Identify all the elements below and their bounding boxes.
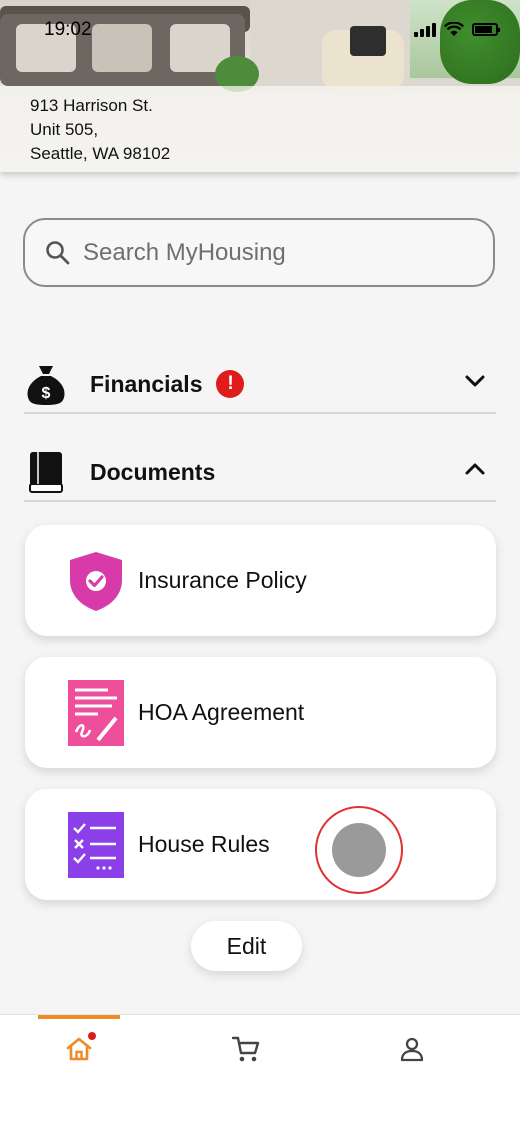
tab-profile[interactable] [392, 1031, 432, 1067]
person-icon [400, 1037, 424, 1062]
status-bar: 19:02 [0, 0, 520, 58]
chevron-down-icon[interactable] [464, 374, 486, 388]
screen: 913 Harrison St. Unit 505, Seattle, WA 9… [0, 0, 520, 1126]
search-icon [46, 240, 70, 264]
notification-dot [88, 1032, 96, 1040]
checklist-icon [68, 811, 124, 878]
section-financials[interactable]: $ Financials ! [24, 356, 496, 414]
money-bag-icon: $ [24, 362, 68, 406]
search-bar[interactable] [23, 218, 495, 287]
document-card-hoa-agreement[interactable]: HOA Agreement [25, 657, 496, 768]
document-card-house-rules[interactable]: House Rules [25, 789, 496, 900]
tab-cart[interactable] [226, 1031, 266, 1067]
shield-check-icon [68, 548, 124, 614]
document-label: Insurance Policy [138, 567, 307, 593]
tab-home[interactable] [59, 1031, 99, 1067]
section-documents[interactable]: Documents [24, 444, 496, 502]
section-title-financials: Financials [90, 370, 203, 397]
svg-text:$: $ [42, 385, 51, 402]
address-line-2: Unit 505, [30, 120, 99, 139]
status-time: 19:02 [44, 19, 92, 40]
document-card-insurance-policy[interactable]: Insurance Policy [25, 525, 496, 636]
address-line-3: Seattle, WA 98102 [30, 144, 171, 163]
cart-icon [231, 1036, 260, 1062]
touch-indicator [315, 806, 403, 894]
wifi-icon [444, 22, 464, 36]
alert-badge: ! [216, 370, 245, 398]
signal-icon [414, 22, 436, 37]
signed-document-icon [68, 679, 124, 746]
edit-button[interactable]: Edit [191, 921, 302, 971]
chevron-up-icon[interactable] [464, 462, 486, 476]
active-tab-indicator [38, 1015, 120, 1019]
document-label: HOA Agreement [138, 699, 305, 725]
battery-icon [472, 23, 500, 36]
address-line-1: 913 Harrison St. [30, 96, 153, 115]
document-label: House Rules [138, 831, 270, 857]
tab-bar [0, 1014, 520, 1126]
home-icon [66, 1037, 92, 1061]
book-icon [24, 450, 68, 494]
property-address: 913 Harrison St. Unit 505, Seattle, WA 9… [30, 94, 170, 166]
search-input[interactable] [83, 238, 463, 267]
section-title-documents: Documents [90, 458, 216, 485]
